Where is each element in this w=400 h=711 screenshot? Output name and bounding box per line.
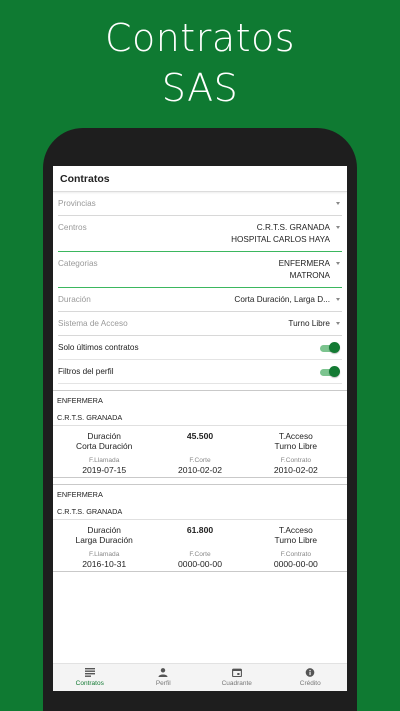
- f-llamada-label: F.Llamada: [88, 457, 120, 464]
- nav-credito[interactable]: Crédito: [274, 664, 348, 691]
- nav-label: Contratos: [75, 680, 104, 687]
- duracion-value: Larga Duración: [75, 535, 133, 545]
- nav-cuadrante[interactable]: Cuadrante: [200, 664, 274, 691]
- filter-label: Centros: [58, 223, 87, 232]
- acceso-label: T.Acceso: [278, 525, 313, 535]
- filter-label: Provincias: [58, 199, 96, 208]
- ultimos-toggle[interactable]: [318, 342, 340, 354]
- list-icon: [84, 668, 95, 677]
- contract-centro: C.R.T.S. GRANADA: [53, 413, 347, 426]
- filter-value: C.R.T.S. GRANADA HOSPITAL CARLOS HAYA: [231, 216, 342, 251]
- chevron-down-icon: [336, 322, 340, 325]
- contract-category: ENFERMERA: [57, 396, 103, 405]
- calendar-icon: [231, 668, 242, 677]
- contract-category: ENFERMERA: [57, 490, 103, 499]
- promo-subtitle: SAS: [161, 66, 239, 110]
- chevron-down-icon: [336, 202, 340, 205]
- contract-card[interactable]: ENFERMERA C.R.T.S. GRANADA Duración Cort…: [53, 390, 347, 478]
- f-corte-value: 2010-02-02: [178, 465, 222, 475]
- nav-label: Perfil: [155, 680, 171, 687]
- duracion-label: Duración: [87, 431, 121, 441]
- filter-label: Sistema de Acceso: [58, 319, 128, 328]
- toggle-label: Filtros del perfil: [58, 367, 114, 376]
- acceso-value: Turno Libre: [274, 535, 318, 545]
- filter-centros[interactable]: Centros C.R.T.S. GRANADA HOSPITAL CARLOS…: [58, 216, 342, 252]
- duracion-label: Duración: [87, 525, 121, 535]
- toggle-row-perfil: Filtros del perfil: [58, 360, 342, 384]
- promo-title: Contratos: [104, 16, 296, 60]
- duracion-value: Corta Duración: [76, 441, 133, 451]
- toggle-row-ultimos: Solo últimos contratos: [58, 336, 342, 360]
- filter-acceso[interactable]: Sistema de Acceso Turno Libre: [58, 312, 342, 336]
- filter-value: ENFERMERA MATRONA: [279, 252, 342, 287]
- page-title: Contratos: [60, 172, 110, 185]
- filter-duracion[interactable]: Duración Corta Duración, Larga D...: [58, 288, 342, 312]
- person-icon: [158, 668, 168, 677]
- f-corte-value: 0000-00-00: [178, 559, 222, 569]
- filter-provincias[interactable]: Provincias: [58, 192, 342, 216]
- chevron-down-icon: [336, 226, 340, 229]
- nav-contratos[interactable]: Contratos: [53, 664, 127, 691]
- f-corte-label: F.Corte: [189, 551, 211, 558]
- perfil-toggle[interactable]: [318, 366, 340, 378]
- puntos-value: 45.500: [186, 431, 214, 441]
- filter-value: Corta Duración, Larga D...: [234, 295, 330, 304]
- f-llamada-value: 2019-07-15: [82, 465, 127, 475]
- nav-perfil[interactable]: Perfil: [127, 664, 201, 691]
- nav-label: Crédito: [299, 680, 321, 687]
- toggle-label: Solo últimos contratos: [58, 343, 139, 352]
- centro-value: C.R.T.S. GRANADA: [256, 223, 330, 232]
- filters-panel: Provincias Centros C.R.T.S. GRANADA HOSP…: [53, 192, 347, 384]
- f-contrato-value: 2010-02-02: [273, 465, 318, 475]
- f-contrato-value: 0000-00-00: [273, 559, 318, 569]
- f-corte-label: F.Corte: [189, 457, 211, 464]
- filter-label: Duración: [58, 295, 91, 304]
- contract-centro: C.R.T.S. GRANADA: [53, 507, 347, 520]
- centro-value: HOSPITAL CARLOS HAYA: [231, 235, 330, 244]
- categoria-value: MATRONA: [289, 271, 330, 280]
- bottom-nav: Contratos Perfil Cuadrante Crédito: [53, 663, 347, 691]
- chevron-down-icon: [336, 262, 340, 265]
- contract-card[interactable]: ENFERMERA C.R.T.S. GRANADA Duración Larg…: [53, 484, 347, 572]
- chevron-down-icon: [336, 298, 340, 301]
- puntos-value: 61.800: [186, 525, 214, 535]
- filter-label: Categorias: [58, 259, 98, 268]
- categoria-value: ENFERMERA: [278, 259, 330, 268]
- f-contrato-label: F.Contrato: [280, 457, 312, 464]
- nav-label: Cuadrante: [221, 680, 252, 687]
- app-screen: Contratos Provincias Centros C.R.T.S. GR…: [53, 166, 347, 691]
- info-icon: [305, 668, 315, 677]
- app-bar: Contratos: [53, 166, 347, 192]
- f-llamada-value: 2016-10-31: [82, 559, 127, 569]
- filter-categorias[interactable]: Categorias ENFERMERA MATRONA: [58, 252, 342, 288]
- f-contrato-label: F.Contrato: [280, 551, 312, 558]
- f-llamada-label: F.Llamada: [88, 551, 120, 558]
- acceso-value: Turno Libre: [274, 441, 318, 451]
- filter-value: Turno Libre: [288, 319, 330, 328]
- acceso-label: T.Acceso: [278, 431, 313, 441]
